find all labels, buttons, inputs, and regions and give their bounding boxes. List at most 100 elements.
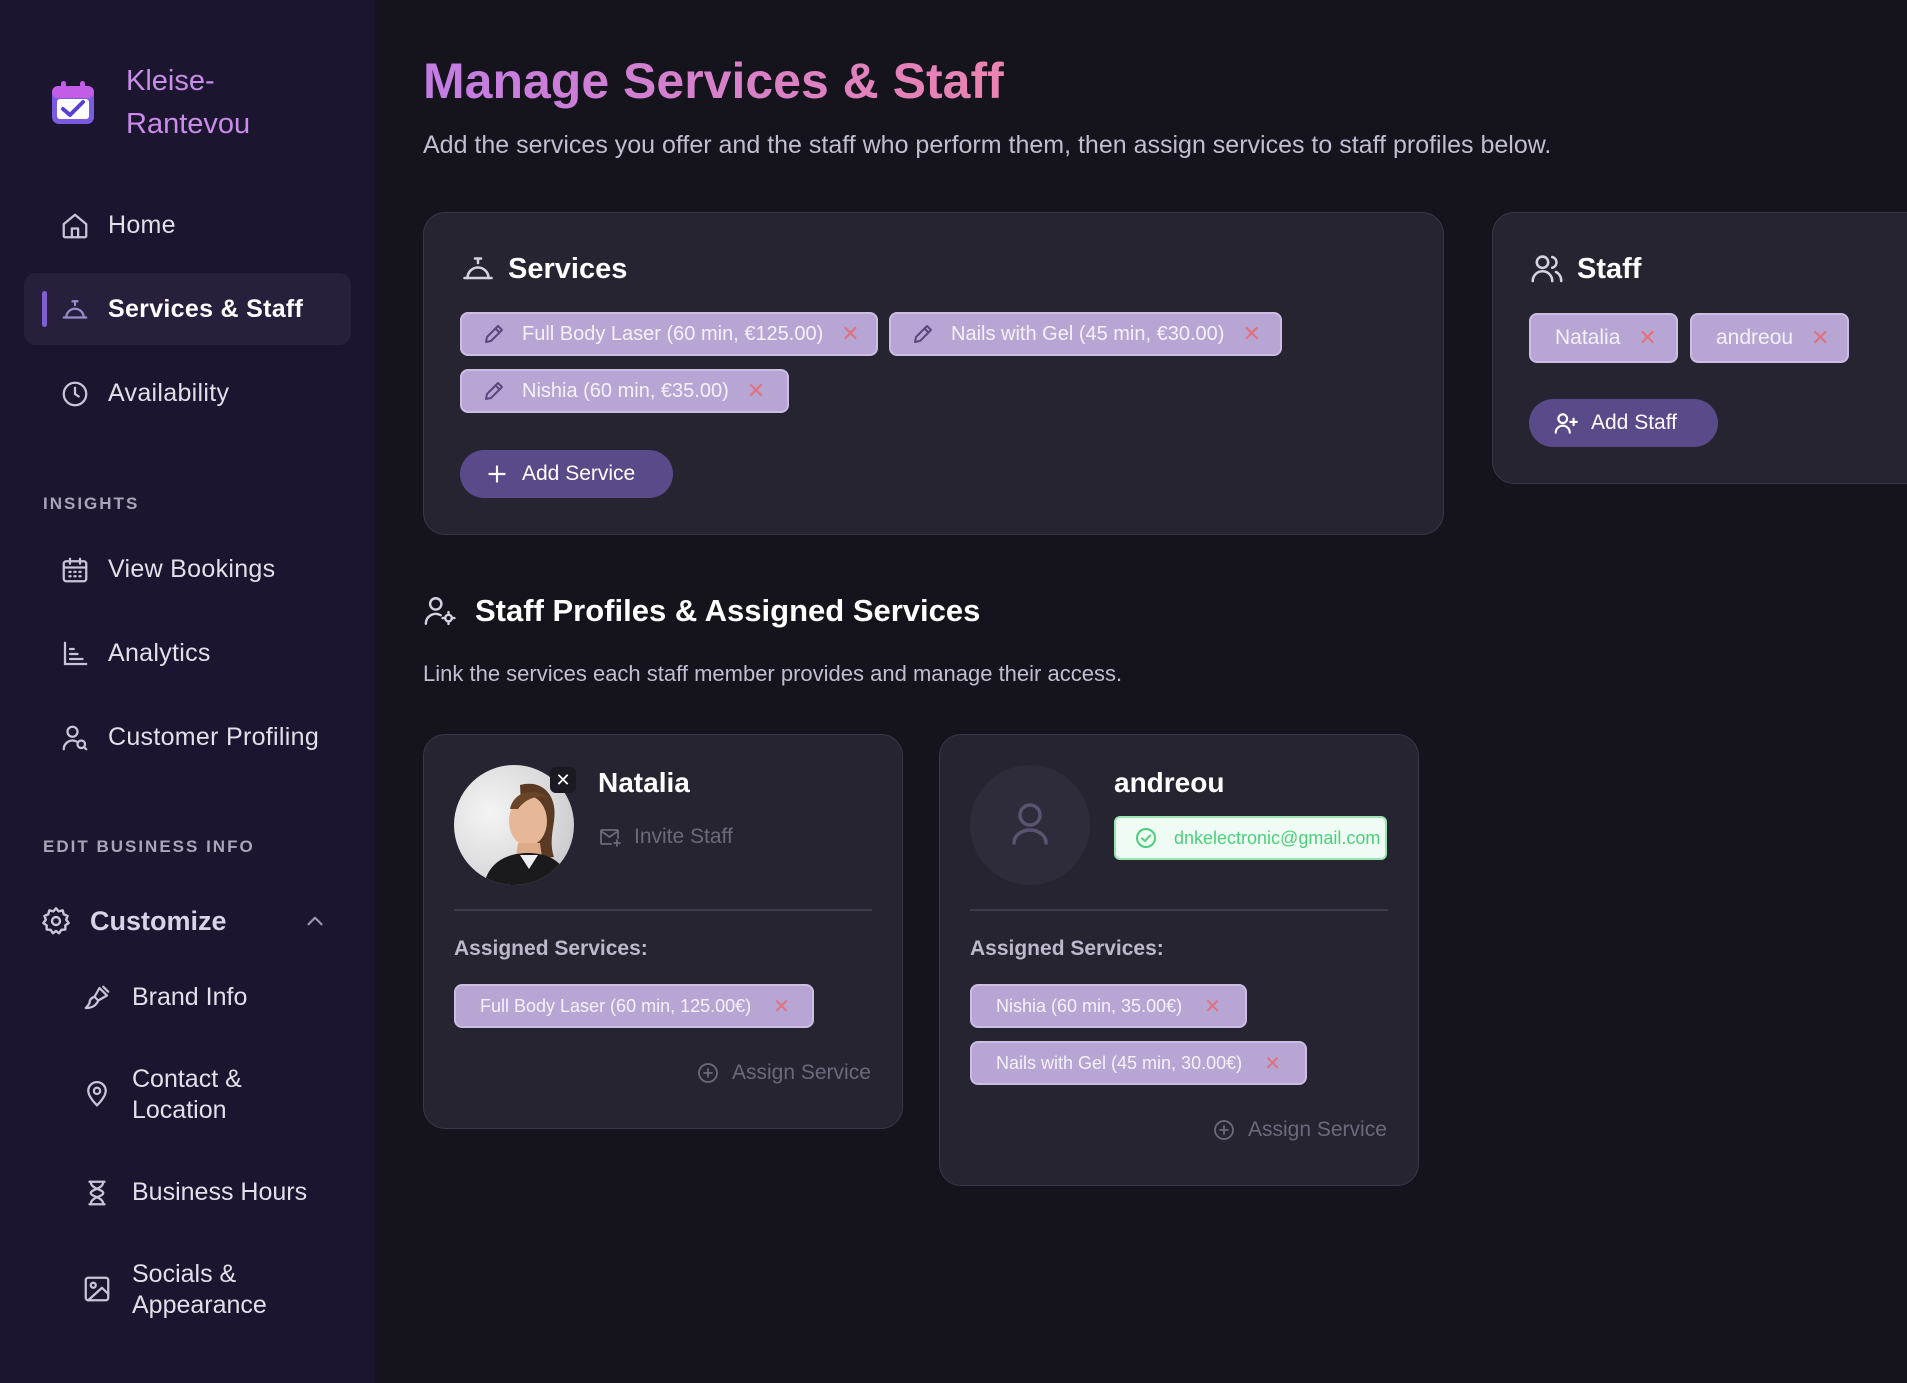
services-card: Services Full Body Laser (60 min, €125.0… <box>423 212 1444 535</box>
add-service-button[interactable]: Add Service <box>460 450 673 498</box>
services-card-title: Services <box>460 251 627 287</box>
page-subtitle: Add the services you offer and the staff… <box>423 131 1552 159</box>
close-icon[interactable]: ✕ <box>1638 325 1656 351</box>
sub-item-contact-location-label: Contact & Location <box>132 1065 242 1124</box>
users-icon <box>1531 255 1563 283</box>
remove-photo-icon[interactable]: ✕ <box>550 767 576 793</box>
nav-item-analytics[interactable]: Analytics <box>24 617 351 689</box>
close-icon[interactable]: ✕ <box>1242 321 1260 347</box>
service-chip[interactable]: Nishia (60 min, €35.00) ✕ <box>460 369 789 413</box>
pencil-icon[interactable] <box>911 322 935 346</box>
service-chip-label: Nishia (60 min, €35.00) <box>522 379 729 402</box>
divider <box>454 909 872 911</box>
staff-profile-card: ✕ Natalia Invite Staff Assigned Services… <box>423 734 903 1129</box>
service-chip[interactable]: Nails with Gel (45 min, €30.00) ✕ <box>889 312 1282 356</box>
pencil-icon[interactable] <box>482 322 506 346</box>
nav-item-services-staff[interactable]: Services & Staff <box>24 273 351 345</box>
add-service-label: Add Service <box>522 462 636 485</box>
sub-item-brand-info[interactable]: Brand Info <box>80 978 350 1018</box>
assigned-service-label: Nishia (60 min, 35.00€) <box>996 995 1183 1016</box>
staff-profiles-title-text: Staff Profiles & Assigned Services <box>475 593 981 628</box>
close-icon[interactable]: ✕ <box>747 378 765 404</box>
clock-icon <box>62 381 88 407</box>
nav-item-view-bookings[interactable]: View Bookings <box>24 533 351 605</box>
staff-chip[interactable]: andreou ✕ <box>1690 313 1849 363</box>
insights-section-title: INSIGHTS <box>43 494 140 513</box>
service-chip[interactable]: Full Body Laser (60 min, €125.00) ✕ <box>460 312 878 356</box>
assigned-service-chip[interactable]: Full Body Laser (60 min, 125.00€) ✕ <box>454 984 814 1028</box>
calendar-check-icon <box>52 81 94 124</box>
brand[interactable]: Kleise-Rantevou <box>48 60 306 146</box>
active-indicator <box>42 291 47 327</box>
services-title-text: Services <box>508 252 628 285</box>
close-icon[interactable]: ✕ <box>841 321 859 347</box>
hourglass-icon <box>88 1180 106 1206</box>
brand-name: Kleise-Rantevou <box>126 65 251 140</box>
nav-item-analytics-label: Analytics <box>108 638 211 667</box>
image-icon <box>84 1276 110 1302</box>
service-chip-label: Nails with Gel (45 min, €30.00) <box>951 322 1225 345</box>
paintbrush-icon <box>84 985 110 1010</box>
staff-profile-name: andreou <box>1114 767 1225 798</box>
invite-staff-link[interactable]: Invite Staff <box>598 825 733 849</box>
sidebar: Kleise-Rantevou Home Services & Staff Av… <box>0 0 375 1383</box>
edit-business-section-title: EDIT BUSINESS INFO <box>43 837 255 856</box>
nav-item-customer-profiling[interactable]: Customer Profiling <box>24 701 351 773</box>
user-cog-icon <box>424 597 456 626</box>
assign-service-button[interactable]: Assign Service <box>1212 1118 1387 1142</box>
service-bell-icon <box>463 257 493 280</box>
invite-staff-label: Invite Staff <box>634 825 733 848</box>
assign-service-button[interactable]: Assign Service <box>696 1061 871 1085</box>
sub-item-business-hours-label: Business Hours <box>132 1178 308 1206</box>
mail-icon <box>600 829 621 847</box>
staff-card: Staff Natalia ✕ andreou ✕ Add Staff <box>1492 212 1907 484</box>
user-plus-icon <box>1554 413 1578 434</box>
close-icon[interactable]: ✕ <box>1204 994 1221 1019</box>
plus-circle-icon <box>698 1063 718 1083</box>
sub-item-contact-location[interactable]: Contact & Location <box>80 1062 350 1126</box>
divider <box>970 909 1388 911</box>
chevron-up-icon[interactable] <box>302 908 328 934</box>
nav-item-services-staff-label: Services & Staff <box>108 294 304 323</box>
staff-card-title: Staff <box>1529 251 1641 287</box>
nav-item-home[interactable]: Home <box>24 189 351 261</box>
customize-label: Customize <box>90 905 227 936</box>
staff-profiles-subtitle: Link the services each staff member prov… <box>423 661 1123 686</box>
add-staff-button[interactable]: Add Staff <box>1529 399 1718 447</box>
close-icon[interactable]: ✕ <box>773 994 790 1019</box>
plus-icon <box>488 465 506 483</box>
nav-item-availability-label: Availability <box>108 378 230 407</box>
sub-item-business-hours[interactable]: Business Hours <box>80 1173 350 1213</box>
customize-toggle[interactable]: Customize <box>40 896 340 946</box>
staff-title-text: Staff <box>1577 252 1642 285</box>
sub-item-socials-appearance[interactable]: Socials & Appearance <box>80 1257 350 1321</box>
avatar[interactable] <box>970 765 1090 885</box>
service-bell-icon <box>62 300 88 319</box>
calendar-icon <box>62 557 88 583</box>
staff-profile-card: andreou dnkelectronic@gmail.com Assigned… <box>939 734 1419 1186</box>
close-icon[interactable]: ✕ <box>1811 325 1829 351</box>
assigned-service-chip[interactable]: Nails with Gel (45 min, 30.00€) ✕ <box>970 1041 1307 1085</box>
assigned-services-label: Assigned Services: <box>970 937 1164 960</box>
nav-item-home-label: Home <box>108 210 176 239</box>
pencil-icon[interactable] <box>482 379 506 403</box>
gear-icon <box>42 907 70 935</box>
check-circle-icon <box>1136 828 1156 848</box>
nav-item-view-bookings-label: View Bookings <box>108 554 276 583</box>
staff-profile-name: Natalia <box>598 767 690 798</box>
home-icon <box>62 213 88 239</box>
sub-item-brand-info-label: Brand Info <box>132 983 248 1011</box>
user-placeholder-icon <box>1012 803 1048 845</box>
nav-item-customer-profiling-label: Customer Profiling <box>108 722 320 751</box>
assign-service-label: Assign Service <box>1248 1118 1387 1141</box>
staff-chip[interactable]: Natalia ✕ <box>1529 313 1678 363</box>
service-chip-label: Full Body Laser (60 min, €125.00) <box>522 322 824 345</box>
map-pin-icon <box>87 1081 107 1107</box>
close-icon[interactable]: ✕ <box>1264 1051 1281 1076</box>
assigned-service-chip[interactable]: Nishia (60 min, 35.00€) ✕ <box>970 984 1247 1028</box>
assigned-service-label: Nails with Gel (45 min, 30.00€) <box>996 1052 1243 1073</box>
assigned-services-label: Assigned Services: <box>454 937 648 960</box>
assigned-service-label: Full Body Laser (60 min, 125.00€) <box>480 995 752 1016</box>
nav-item-availability[interactable]: Availability <box>24 357 351 429</box>
plus-circle-icon <box>1214 1120 1234 1140</box>
